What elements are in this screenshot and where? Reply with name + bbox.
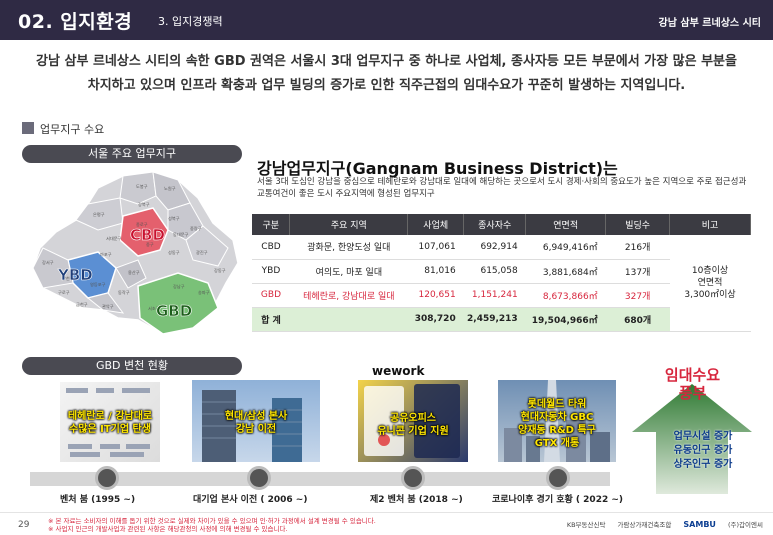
col-header: 연면적 (525, 214, 607, 235)
page-title: 02. 입지환경 (18, 11, 133, 33)
district-label: 동작구 (118, 289, 130, 296)
timeline-label: 대기업 본사 이전 ( 2006 ~) (193, 495, 308, 505)
gbd-label: GBD (156, 302, 192, 320)
table-cell (289, 307, 408, 332)
section-label: 업무지구 수요 (40, 123, 105, 136)
table-cell: YBD (252, 259, 290, 284)
table-row: CBD 광화문, 한양도성 일대 107,061 692,914 6,949,4… (252, 235, 751, 332)
table-cell: 137개 (605, 259, 670, 284)
district-label: 강남구 (173, 283, 185, 290)
business-district-table: 구분 주요 지역 사업체 종사자수 연면적 빌딩수 비고 CBD 광화문, 한양… (252, 214, 751, 332)
note-line: 3,300㎡이상 (684, 289, 736, 300)
growth-list: 업무시설 증가 유동인구 증가 상주인구 증가 (673, 431, 733, 470)
project-name: 강남 삼부 르네상스 시티 (658, 18, 761, 29)
table-cell: 680개 (605, 307, 670, 332)
rental-demand-text: 임대수요 풍부 (664, 366, 721, 402)
district-label: 은평구 (93, 211, 105, 218)
table-cell: 3,881,684㎡ (525, 259, 606, 284)
cbd-label: CBD (130, 226, 165, 244)
table-cell: 테헤란로, 강남대로 일대 (289, 283, 408, 308)
timeline-dot (247, 466, 271, 490)
table-cell: 광화문, 한양도성 일대 (289, 235, 408, 260)
intro-line-1: 강남 삼부 르네상스 시티의 속한 GBD 권역은 서울시 3대 업무지구 중 … (36, 54, 737, 69)
table-cell: 합 계 (252, 307, 290, 332)
logo-sambu: SAMBU (683, 520, 716, 529)
district-label: 관악구 (102, 303, 114, 310)
district-label: 송파구 (198, 289, 210, 296)
timeline-label: 제2 벤처 붐 (2018 ~) (370, 495, 463, 505)
timeline-label: 코로나이후 경기 호황 ( 2022 ~) (492, 495, 624, 505)
timeline-label: 벤처 붐 (1995 ~) (60, 495, 136, 505)
district-label: 강서구 (42, 259, 54, 266)
col-header: 종사자수 (463, 214, 527, 235)
timeline-dot (95, 466, 119, 490)
district-label: 동대문구 (173, 231, 189, 238)
logo-kb: KB부동산신탁 (566, 521, 606, 529)
col-header: 빌딩수 (605, 214, 671, 235)
table-cell: 여의도, 마포 일대 (289, 259, 408, 284)
district-label: 광진구 (196, 249, 208, 256)
table-header-row: 구분 주요 지역 사업체 종사자수 연면적 빌딩수 비고 (252, 214, 751, 235)
note-line: 10층이상 (691, 265, 729, 276)
district-label: 용산구 (128, 269, 140, 276)
ybd-label: YBD (57, 266, 93, 284)
table-cell: 692,914 (463, 235, 526, 260)
intro-text: 강남 삼부 르네상스 시티의 속한 GBD 권역은 서울시 3대 업무지구 중 … (20, 50, 753, 98)
table-cell: 19,504,966㎡ (525, 307, 606, 332)
table-cell: 2,459,213 (463, 307, 526, 332)
page-number: 29 (18, 520, 30, 530)
table-cell: CBD (252, 235, 290, 260)
timeline-dot (401, 466, 425, 490)
note-line: 연면적 (697, 277, 723, 288)
photo-caption: 공유오피스 유니콘 기업 지원 (377, 413, 449, 437)
table-cell: 327개 (605, 283, 670, 308)
table-cell: 216개 (605, 235, 670, 260)
district-label: 마포구 (100, 251, 112, 258)
district-label: 금천구 (76, 301, 88, 308)
map-section-pill: 서울 주요 업무지구 (22, 145, 242, 163)
photo-caption: 롯데월드 타워 현대자동차 GBC 양재동 R&D 특구 GTX 개통 (518, 399, 596, 449)
table-cell: 81,016 (407, 259, 464, 284)
col-header: 주요 지역 (289, 214, 409, 235)
table-cell: 6,949,416㎡ (525, 235, 606, 260)
table-cell: 308,720 (407, 307, 464, 332)
district-label: 중랑구 (190, 225, 202, 232)
col-header: 사업체 (407, 214, 465, 235)
logo-gab: (주)갑이엔씨 (728, 521, 763, 529)
footer-notes: ※ 본 자료는 소비자의 이해를 돕기 위한 것으로 실제와 차이가 있을 수 … (48, 517, 376, 533)
history-section-pill: GBD 변천 현황 (22, 357, 242, 375)
wework-logo: wework (372, 364, 425, 378)
table-cell: 120,651 (407, 283, 464, 308)
district-label: 성북구 (168, 215, 180, 222)
seoul-district-map: 도봉구 노원구 강북구 성북구 은평구 종로구 중랑구 동대문구 서대문구 중구… (32, 171, 239, 335)
photo-lotte-gbc: 롯데월드 타워 현대자동차 GBC 양재동 R&D 특구 GTX 개통 (498, 380, 616, 462)
district-label: 성동구 (168, 249, 180, 256)
col-header: 구분 (252, 214, 291, 235)
page-header: 02. 입지환경 3. 입지경쟁력 강남 삼부 르네상스 시티 (0, 0, 773, 40)
table-cell: GBD (252, 283, 290, 308)
table-cell: 615,058 (463, 259, 526, 284)
photo-tech-logos: 테헤란로 / 강남대로 수많은 IT기업 탄생 (60, 382, 160, 462)
district-label: 강북구 (138, 201, 150, 208)
sponsor-logos: KB부동산신탁 가람상가재건축조합 SAMBU (주)갑이엔씨 (557, 519, 763, 529)
logo-union: 가람상가재건축조합 (617, 521, 672, 529)
timeline-dot (546, 466, 570, 490)
intro-line-2: 차지하고 있으며 인프라 확충과 업무 빌딩의 증가로 인한 직주근접의 임대수… (87, 78, 686, 93)
page-footer: 29 ※ 본 자료는 소비자의 이해를 돕기 위한 것으로 실제와 차이가 있을… (0, 512, 773, 535)
photo-caption: 테헤란로 / 강남대로 수많은 IT기업 탄생 (67, 411, 153, 435)
photo-shared-office: 공유오피스 유니콘 기업 지원 (358, 380, 468, 462)
photo-caption: 현대/삼성 본사 강남 이전 (224, 411, 288, 435)
district-label: 강동구 (214, 267, 226, 274)
photo-hq-buildings: 현대/삼성 본사 강남 이전 (192, 380, 320, 462)
section-marker-icon (22, 122, 34, 134)
table-cell: 107,061 (407, 235, 464, 260)
gbd-description: 서울 3대 도심인 강남을 중심으로 테헤란로와 강남대로 일대에 해당하는 곳… (257, 177, 747, 199)
table-cell: 8,673,866㎡ (525, 283, 606, 308)
col-header: 비고 (669, 214, 751, 235)
page-subtitle: 3. 입지경쟁력 (158, 15, 223, 28)
table-note-cell: 10층이상 연면적 3,300㎡이상 (669, 235, 751, 332)
district-label: 노원구 (164, 185, 176, 192)
table-cell: 1,151,241 (463, 283, 526, 308)
district-label: 서대문구 (106, 235, 122, 242)
